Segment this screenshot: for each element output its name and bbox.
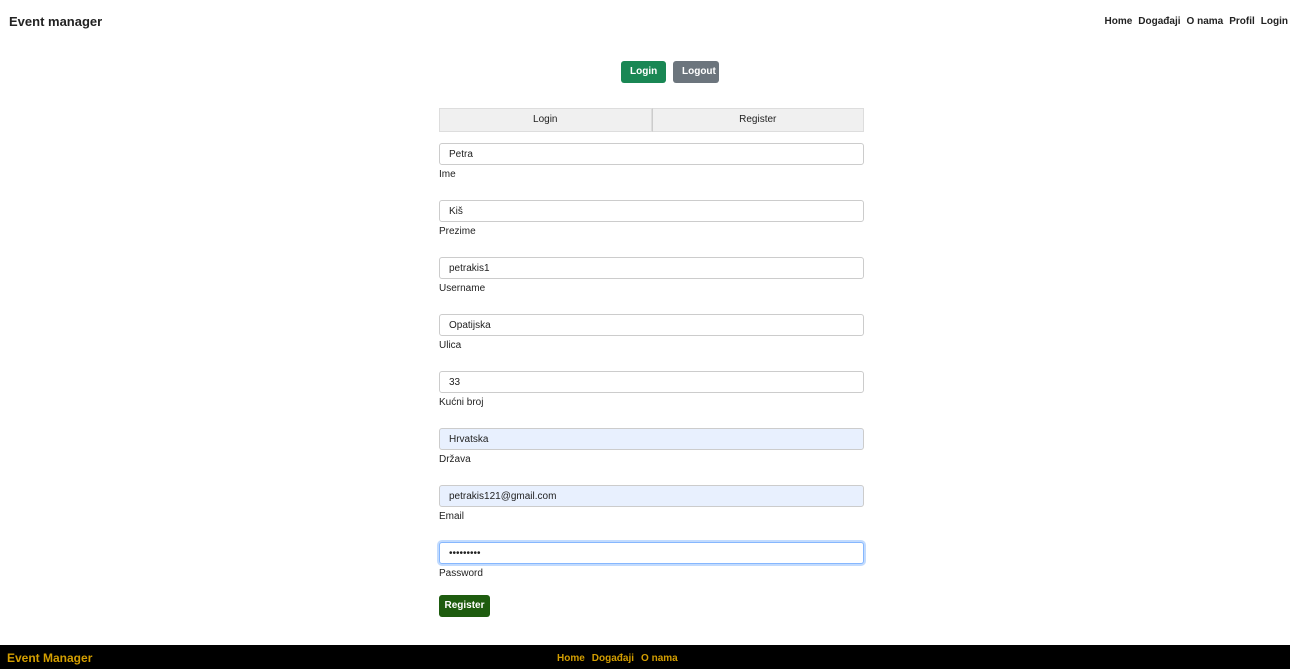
footer-nav: Home Događaji O nama (557, 653, 678, 664)
ime-input[interactable] (439, 143, 864, 165)
kucni-broj-input[interactable] (439, 371, 864, 393)
nav-o-nama-link[interactable]: O nama (1187, 16, 1224, 27)
field-ime: Ime (439, 143, 864, 200)
auth-tabs: Login Register (439, 108, 864, 132)
register-form: Ime Prezime Username Ulica Kućni broj Dr… (439, 143, 864, 599)
logout-button[interactable]: Logout (673, 61, 719, 83)
field-password: Password (439, 542, 864, 599)
field-email: Email (439, 485, 864, 542)
ulica-label: Ulica (439, 340, 462, 351)
prezime-input[interactable] (439, 200, 864, 222)
footer-brand: Event Manager (7, 651, 93, 665)
tab-register[interactable]: Register (651, 108, 864, 132)
footer-o-nama-link[interactable]: O nama (641, 653, 678, 664)
nav-dogadaji-link[interactable]: Događaji (1138, 16, 1180, 27)
email-label: Email (439, 511, 465, 522)
password-input[interactable] (439, 542, 864, 564)
field-drzava: Država (439, 428, 864, 485)
field-username: Username (439, 257, 864, 314)
username-label: Username (439, 283, 486, 294)
field-ulica: Ulica (439, 314, 864, 371)
field-prezime: Prezime (439, 200, 864, 257)
password-label: Password (439, 568, 483, 579)
email-input[interactable] (439, 485, 864, 507)
username-input[interactable] (439, 257, 864, 279)
auth-buttons: Login Logout (621, 61, 719, 83)
field-kucni-broj: Kućni broj (439, 371, 864, 428)
login-button[interactable]: Login (621, 61, 666, 83)
nav-login-link[interactable]: Login (1261, 16, 1288, 27)
nav-profil-link[interactable]: Profil (1229, 16, 1255, 27)
ulica-input[interactable] (439, 314, 864, 336)
footer: Event Manager Home Događaji O nama (0, 645, 1290, 669)
nav-home-link[interactable]: Home (1105, 16, 1133, 27)
ime-label: Ime (439, 169, 456, 180)
tab-login[interactable]: Login (439, 108, 652, 132)
drzava-label: Država (439, 454, 471, 465)
kucni-broj-label: Kućni broj (439, 397, 484, 408)
top-header: Event manager Home Događaji O nama Profi… (0, 0, 1290, 42)
footer-home-link[interactable]: Home (557, 653, 585, 664)
register-submit-button[interactable]: Register (439, 595, 490, 617)
prezime-label: Prezime (439, 226, 476, 237)
drzava-input[interactable] (439, 428, 864, 450)
brand-title: Event manager (9, 14, 103, 29)
top-nav: Home Događaji O nama Profil Login (1105, 16, 1289, 27)
footer-dogadaji-link[interactable]: Događaji (592, 653, 634, 664)
